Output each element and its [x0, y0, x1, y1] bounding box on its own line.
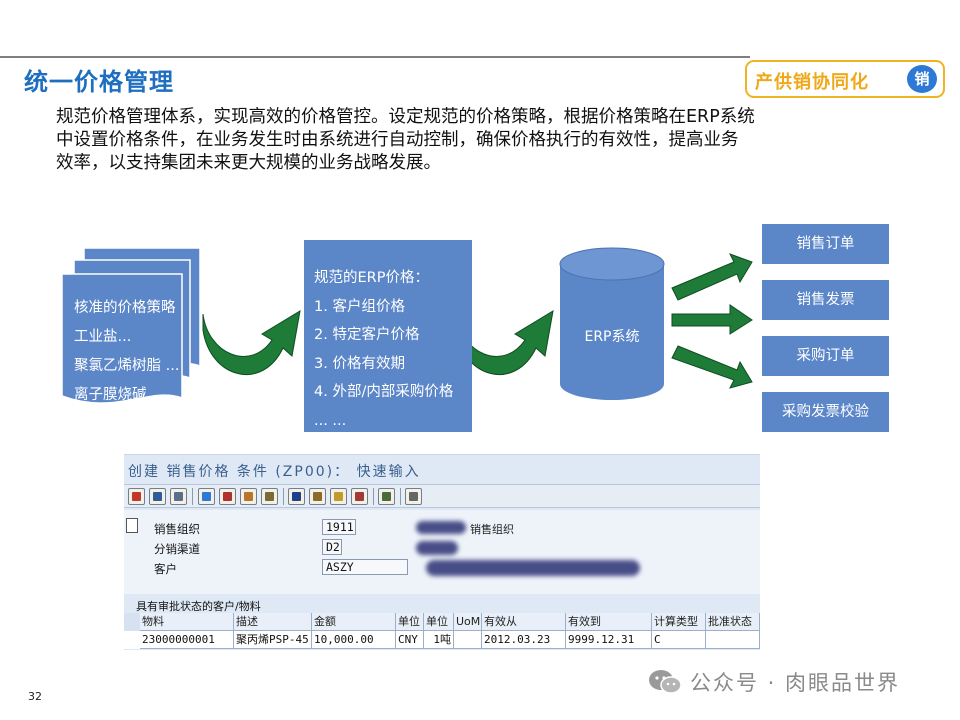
watermark-text: 公众号 · 肉眼品世界	[690, 671, 901, 695]
cell-valid-from[interactable]: 2012.03.23	[482, 631, 566, 649]
col-header[interactable]: 有效到	[566, 613, 652, 631]
sap-header-fields: 销售组织 1911 销售组织 分销渠道 D2 客户 ASZY	[124, 510, 760, 594]
col-header[interactable]: 物料	[140, 613, 234, 631]
wechat-icon	[649, 670, 682, 694]
arrow-to-purchase-order-icon	[671, 345, 753, 389]
watermark: 公众号 · 肉眼品世界	[648, 666, 900, 698]
toolbar-separator	[400, 488, 401, 505]
page-number: 32	[28, 690, 42, 703]
tree-icon[interactable]	[309, 488, 326, 505]
sales-org-desc: 销售组织	[470, 523, 514, 536]
cell-currency[interactable]: CNY	[396, 631, 424, 649]
display-icon[interactable]	[128, 488, 145, 505]
copy-icon[interactable]	[219, 488, 236, 505]
sales-invoice-box: 销售发票	[762, 280, 889, 320]
col-header[interactable]: UoM	[454, 613, 482, 631]
scissors-icon[interactable]	[351, 488, 368, 505]
list-icon[interactable]	[170, 488, 187, 505]
redaction-blot	[416, 541, 458, 555]
sales-order-box: 销售订单	[762, 224, 889, 264]
erp-line: 3. 价格有效期	[314, 355, 405, 372]
erp-line: ... ...	[314, 412, 347, 429]
info-icon[interactable]	[288, 488, 305, 505]
grid-header-row: 物料 描述 金额 单位 单位 UoM 有效从 有效到 计算类型 批准状态	[124, 613, 760, 631]
erp-line: 2. 特定客户价格	[314, 327, 420, 343]
document-icon	[126, 518, 138, 533]
doc-line: 核准的价格策略	[74, 300, 176, 316]
redaction-blot	[416, 521, 466, 534]
sap-toolbar	[124, 484, 760, 508]
cell-material[interactable]: 23000000001	[140, 631, 234, 649]
col-header[interactable]: 单位	[396, 613, 424, 631]
cell-unit[interactable]: 1吨	[424, 631, 454, 649]
invoice-verification-box: 采购发票校验	[762, 392, 889, 432]
price-strategy-documents: 核准的价格策略 工业盐... 聚氯乙烯树脂 ... 离子膜烧碱...	[60, 240, 210, 420]
cell-description[interactable]: 聚丙烯PSP-45	[234, 631, 312, 649]
col-header[interactable]: 批准状态	[706, 613, 760, 631]
erp-system-label: ERP系统	[584, 329, 640, 345]
doc-line: 离子膜烧碱...	[74, 387, 161, 403]
doc-line: 工业盐...	[74, 329, 132, 345]
sales-org-label: 销售组织	[154, 522, 200, 536]
distribution-channel-label: 分销渠道	[154, 542, 200, 556]
customer-label: 客户	[154, 562, 177, 576]
redaction-blot	[426, 560, 640, 576]
erp-price-box: 规范的ERP价格： 1. 客户组价格 2. 特定客户价格 3. 价格有效期 4.…	[304, 240, 472, 432]
erp-line: 规范的ERP价格：	[314, 270, 429, 286]
cell-amount[interactable]: 10,000.00	[312, 631, 396, 649]
sales-org-field[interactable]: 1911	[322, 519, 356, 535]
doc-line: 聚氯乙烯树脂 ...	[74, 358, 180, 374]
table-row[interactable]: 23000000001 聚丙烯PSP-45 10,000.00 CNY 1吨 2…	[124, 631, 760, 649]
sap-window-title: 创建 销售价格 条件 (ZP00)： 快速输入	[128, 464, 421, 480]
cell-valid-to[interactable]: 9999.12.31	[566, 631, 652, 649]
key-icon[interactable]	[330, 488, 347, 505]
erp-database-cylinder	[559, 247, 665, 400]
grid-title: 具有审批状态的客户/物料	[136, 600, 261, 613]
sap-condition-screen: 创建 销售价格 条件 (ZP00)： 快速输入 销售组织 1911 销售组织 分…	[124, 454, 760, 650]
toolbar-separator	[192, 488, 193, 505]
toolbar-separator	[373, 488, 374, 505]
arrow-to-sales-invoice-icon	[671, 304, 753, 335]
col-header[interactable]: 单位	[424, 613, 454, 631]
purchase-order-box: 采购订单	[762, 336, 889, 376]
detail-icon[interactable]	[198, 488, 215, 505]
col-header[interactable]: 计算类型	[652, 613, 706, 631]
cell-approval-status[interactable]	[706, 631, 760, 649]
toolbar-separator	[283, 488, 284, 505]
table-icon[interactable]	[149, 488, 166, 505]
col-header[interactable]: 有效从	[482, 613, 566, 631]
erp-line: 1. 客户组价格	[314, 298, 405, 315]
cell-uom[interactable]	[454, 631, 482, 649]
package-icon[interactable]	[240, 488, 257, 505]
cell-calc-type[interactable]: C	[652, 631, 706, 649]
distribution-channel-field[interactable]: D2	[322, 539, 342, 555]
col-header[interactable]: 描述	[234, 613, 312, 631]
curved-arrow-icon	[202, 310, 301, 375]
col-header[interactable]: 金额	[312, 613, 396, 631]
customer-field[interactable]: ASZY	[322, 559, 408, 575]
erp-line: 4. 外部/内部采购价格	[314, 384, 454, 400]
arrow-to-sales-order-icon	[671, 253, 753, 301]
layout-icon[interactable]	[405, 488, 422, 505]
edit-icon[interactable]	[261, 488, 278, 505]
person-icon[interactable]	[378, 488, 395, 505]
